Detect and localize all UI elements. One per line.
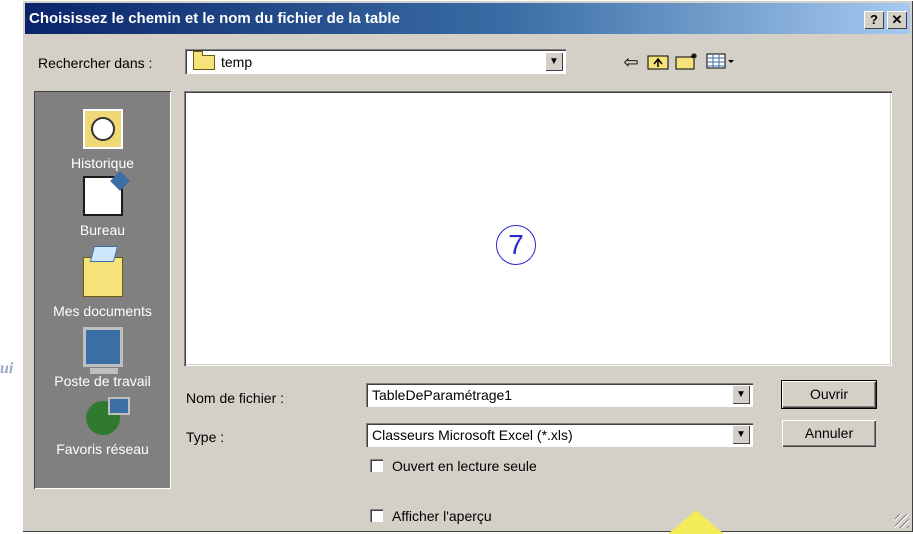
- open-button[interactable]: Ouvrir: [781, 380, 877, 409]
- filetype-label: Type :: [186, 429, 225, 445]
- lookin-dropdown-button[interactable]: ▼: [545, 52, 563, 71]
- lookin-value: temp: [221, 54, 253, 70]
- place-label: Poste de travail: [54, 373, 151, 389]
- place-label: Bureau: [79, 222, 126, 238]
- up-folder-icon[interactable]: [646, 52, 670, 72]
- filename-input[interactable]: TableDeParamétrage1 ▼: [366, 383, 753, 407]
- preview-checkbox[interactable]: [370, 509, 383, 522]
- new-folder-icon[interactable]: [674, 52, 700, 72]
- title-bar[interactable]: Choisissez le chemin et le nom du fichie…: [25, 3, 910, 34]
- place-documents[interactable]: Mes documents: [34, 251, 171, 319]
- back-arrow-icon[interactable]: ⇦: [620, 52, 642, 72]
- filetype-select[interactable]: Classeurs Microsoft Excel (*.xls) ▼: [366, 423, 753, 447]
- cancel-button[interactable]: Annuler: [782, 420, 876, 447]
- readonly-label: Ouvert en lecture seule: [392, 458, 537, 474]
- file-list[interactable]: [184, 91, 892, 366]
- lookin-label: Rechercher dans :: [38, 55, 153, 71]
- folder-icon: [193, 51, 215, 70]
- place-network[interactable]: Favoris réseau: [34, 397, 171, 457]
- dialog-title: Choisissez le chemin et le nom du fichie…: [29, 10, 400, 27]
- desktop-icon: [82, 176, 123, 216]
- place-label: Historique: [70, 155, 135, 171]
- computer-icon: [82, 327, 123, 374]
- network-icon: [85, 397, 130, 435]
- place-computer[interactable]: Poste de travail: [34, 327, 171, 389]
- filetype-dropdown-button[interactable]: ▼: [732, 425, 750, 444]
- place-label: Favoris réseau: [56, 441, 149, 457]
- place-desktop[interactable]: Bureau: [34, 176, 171, 238]
- place-label: Mes documents: [53, 303, 152, 319]
- place-history[interactable]: Historique: [34, 109, 171, 171]
- callout-marker: 7: [496, 225, 536, 265]
- help-button[interactable]: ?: [864, 11, 884, 29]
- filename-value: TableDeParamétrage1: [372, 387, 513, 403]
- filetype-value: Classeurs Microsoft Excel (*.xls): [372, 427, 573, 443]
- close-button[interactable]: ✕: [887, 11, 907, 29]
- readonly-checkbox[interactable]: [370, 459, 383, 472]
- filename-dropdown-button[interactable]: ▼: [732, 385, 750, 404]
- views-menu-icon[interactable]: [706, 52, 736, 72]
- places-bar: Historique Bureau Mes documents Poste de…: [34, 91, 171, 489]
- file-save-dialog: Choisissez le chemin et le nom du fichie…: [22, 0, 913, 534]
- filename-label: Nom de fichier :: [186, 390, 285, 406]
- lookin-combo[interactable]: temp ▼: [185, 49, 566, 74]
- documents-icon: [82, 257, 123, 297]
- pointer-arrow-icon: [668, 510, 724, 534]
- resize-grip-icon[interactable]: [895, 514, 909, 528]
- preview-label: Afficher l'aperçu: [392, 508, 492, 524]
- history-icon: [82, 109, 123, 149]
